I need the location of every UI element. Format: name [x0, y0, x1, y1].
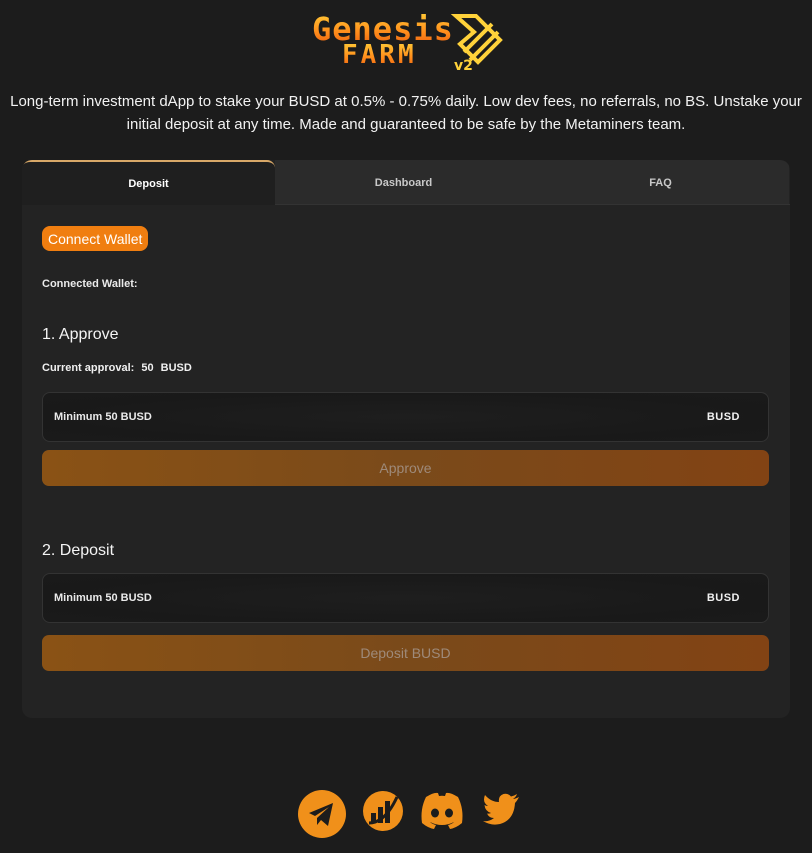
tagline: Long-term investment dApp to stake your …: [10, 93, 802, 133]
logo-line2: FARM: [342, 40, 417, 70]
discord-icon[interactable]: [418, 789, 466, 833]
logo-badge-icon: v2: [450, 14, 503, 74]
deposit-section-title: 2. Deposit: [42, 542, 115, 559]
main-card: Deposit Dashboard FAQ Connect Wallet Con…: [22, 160, 790, 718]
deposit-input-placeholder: Minimum 50 BUSD: [54, 592, 152, 604]
deposit-input-unit: BUSD: [706, 592, 740, 604]
tab-faq[interactable]: FAQ: [532, 160, 789, 205]
tab-divider: [275, 204, 790, 205]
current-approval-value: 50: [141, 362, 154, 374]
app-logo: Genesis FARM v2: [308, 10, 504, 76]
svg-text:v2: v2: [454, 58, 473, 74]
deposit-button[interactable]: Deposit BUSD: [42, 635, 769, 671]
connected-wallet-label: Connected Wallet:: [42, 278, 138, 290]
connect-wallet-button[interactable]: Connect Wallet: [42, 226, 149, 251]
current-approval-label: Current approval:: [42, 362, 135, 374]
approve-button[interactable]: Approve: [42, 450, 769, 486]
social-links: [297, 789, 527, 839]
tab-deposit[interactable]: Deposit: [22, 160, 275, 205]
current-approval-unit: BUSD: [160, 362, 192, 374]
approve-input-placeholder: Minimum 50 BUSD: [54, 411, 152, 423]
telegram-icon[interactable]: [297, 789, 347, 839]
deposit-amount-input[interactable]: Minimum 50 BUSD BUSD: [42, 573, 769, 623]
current-approval: Current approval: 50 BUSD: [42, 362, 196, 374]
approve-section-title: 1. Approve: [42, 326, 119, 343]
chart-icon[interactable]: [361, 789, 405, 833]
approve-amount-input[interactable]: Minimum 50 BUSD BUSD: [42, 392, 769, 442]
approve-input-unit: BUSD: [706, 411, 740, 423]
tab-dashboard[interactable]: Dashboard: [275, 160, 532, 205]
tab-bar: Deposit Dashboard FAQ: [22, 160, 790, 205]
twitter-icon[interactable]: [481, 789, 521, 829]
